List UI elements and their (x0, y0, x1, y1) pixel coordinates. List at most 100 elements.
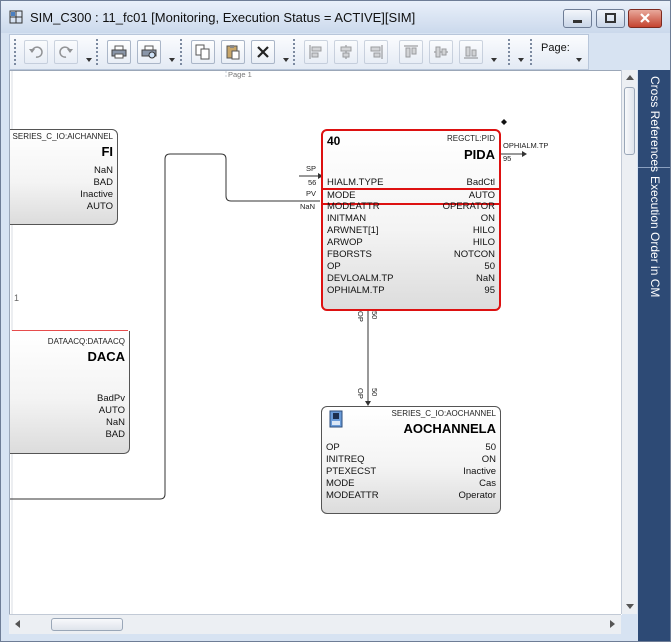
align-right-button[interactable] (364, 40, 388, 64)
maximize-icon (605, 13, 616, 23)
param-row-modeattr: MODEATTR Operator (326, 490, 496, 501)
paste-button[interactable] (221, 40, 245, 64)
scroll-down-icon[interactable] (626, 604, 634, 609)
op-out-value: 50 (370, 311, 379, 320)
align-bottom-button[interactable] (459, 40, 483, 64)
undo-button[interactable] (24, 40, 48, 64)
align-right-icon (370, 45, 383, 59)
print-preview-icon (141, 45, 157, 59)
execution-order: 40 (327, 134, 341, 148)
toolbar-grip[interactable] (180, 39, 185, 65)
pida-block[interactable]: 40 REGCTL:PID PIDA HIALM.TYPE BadCtl MODE… (321, 129, 501, 311)
maximize-button[interactable] (596, 9, 625, 28)
minimize-icon (573, 20, 582, 23)
align-center-icon (340, 45, 352, 59)
align-bottom-icon (464, 46, 478, 59)
align-top-icon (404, 45, 418, 58)
sp-pin-label: SP (306, 164, 317, 173)
page-row-label: 1 (14, 293, 20, 303)
param-row-arwop: ARWOP HILO (327, 237, 495, 248)
param-row: BAD (105, 429, 125, 440)
pv-pin-label: PV (306, 189, 317, 198)
op-out-label: OP (356, 311, 365, 322)
param-row: AUTO (86, 201, 113, 212)
page-marker: Page 1 (228, 70, 252, 79)
param-row: Inactive (80, 189, 113, 200)
param-row-op: OP 50 (327, 261, 495, 272)
param-row-devloalm-tp: DEVLOALM.TP NaN (327, 273, 495, 284)
param-row: AUTO (98, 405, 125, 416)
undo-icon (29, 46, 43, 58)
output-pin-label: OPHIALM.TP (503, 141, 549, 150)
align-middle-icon (434, 46, 448, 58)
param-row: BAD (93, 177, 113, 188)
scroll-right-icon[interactable] (610, 620, 615, 628)
vertical-scrollbar[interactable] (621, 70, 637, 614)
pv-pin-value: NaN (300, 202, 316, 211)
daca-block[interactable]: DATAACQ:DATAACQ DACA BadPv AUTO NaN BAD (10, 331, 130, 454)
toolbar-grip[interactable] (293, 39, 298, 65)
param-row-op: OP 50 (326, 442, 496, 453)
paste-icon (226, 45, 240, 60)
side-panel: Cross References Execution Order in CM (638, 70, 670, 641)
print-preview-button[interactable] (137, 40, 161, 64)
toolbar: Page: (9, 34, 589, 70)
copy-icon (195, 44, 210, 60)
align-center-button[interactable] (334, 40, 358, 64)
fi-block[interactable]: SERIES_C_IO:AICHANNEL FI NaN BAD Inactiv… (10, 129, 118, 225)
redo-dropdown-icon[interactable] (86, 58, 92, 62)
scroll-left-icon[interactable] (15, 620, 20, 628)
close-icon (640, 13, 650, 23)
minimize-button[interactable] (563, 9, 592, 28)
block-name: PIDA (463, 147, 495, 162)
delete-button[interactable] (251, 40, 275, 64)
diagram-canvas[interactable]: Page 1 1 SERIES_C_IO:AICHANNEL FI NaN BA… (9, 70, 622, 615)
print-dropdown-icon[interactable] (169, 58, 175, 62)
sp-pin-value: 56 (308, 178, 317, 187)
redo-icon (59, 46, 73, 58)
page-dropdown-icon[interactable] (576, 58, 582, 62)
toolbar-grip[interactable] (530, 39, 535, 65)
app-icon (9, 10, 23, 24)
block-name: DACA (87, 349, 125, 364)
param-row-ophialm-tp: OPHIALM.TP 95 (327, 285, 495, 296)
horizontal-scroll-thumb[interactable] (51, 618, 123, 631)
channel-icon (329, 410, 343, 428)
aochannela-block[interactable]: SERIES_C_IO:AOCHANNEL AOCHANNELA OP 50 IN… (321, 406, 501, 514)
param-row-initreq: INITREQ ON (326, 454, 496, 465)
print-button[interactable] (107, 40, 131, 64)
op-in-label: OP (356, 388, 365, 399)
toolbar-grip[interactable] (508, 39, 513, 65)
align-top-button[interactable] (399, 40, 423, 64)
block-type: REGCTL:PID (446, 134, 495, 143)
copy-button[interactable] (191, 40, 215, 64)
align-middle-button[interactable] (429, 40, 453, 64)
param-row: NaN (93, 165, 113, 176)
op-in-value: 50 (370, 388, 379, 397)
block-type: SERIES_C_IO:AICHANNEL (12, 132, 113, 141)
param-row: BadPv (97, 393, 125, 404)
page-label: Page: (541, 42, 570, 54)
close-button[interactable] (628, 9, 662, 28)
print-icon (111, 45, 127, 59)
scroll-up-icon[interactable] (626, 75, 634, 80)
param-row-arwnet: ARWNET[1] HILO (327, 225, 495, 236)
tab-cross-references[interactable]: Cross References (638, 70, 670, 172)
toolbar-grip[interactable] (96, 39, 101, 65)
tab-execution-order[interactable]: Execution Order in CM (638, 170, 670, 310)
edit-dropdown-icon[interactable] (283, 58, 289, 62)
horizontal-scrollbar[interactable] (9, 614, 621, 634)
toolbar-grip[interactable] (14, 39, 19, 65)
align-dropdown-icon[interactable] (491, 58, 497, 62)
output-pin-value: 95 (503, 154, 512, 163)
param-row-initman: INITMAN ON (327, 213, 495, 224)
block-type: DATAACQ:DATAACQ (47, 337, 125, 346)
redo-button[interactable] (54, 40, 78, 64)
block-type: SERIES_C_IO:AOCHANNEL (391, 409, 496, 418)
vertical-scroll-thumb[interactable] (624, 87, 635, 155)
block-name: FI (101, 144, 113, 159)
param-row: NaN (105, 417, 125, 428)
align-left-button[interactable] (304, 40, 328, 64)
title-bar[interactable]: SIM_C300 : 11_fc01 [Monitoring, Executio… (1, 1, 670, 33)
overflow-dropdown-icon[interactable] (518, 58, 524, 62)
